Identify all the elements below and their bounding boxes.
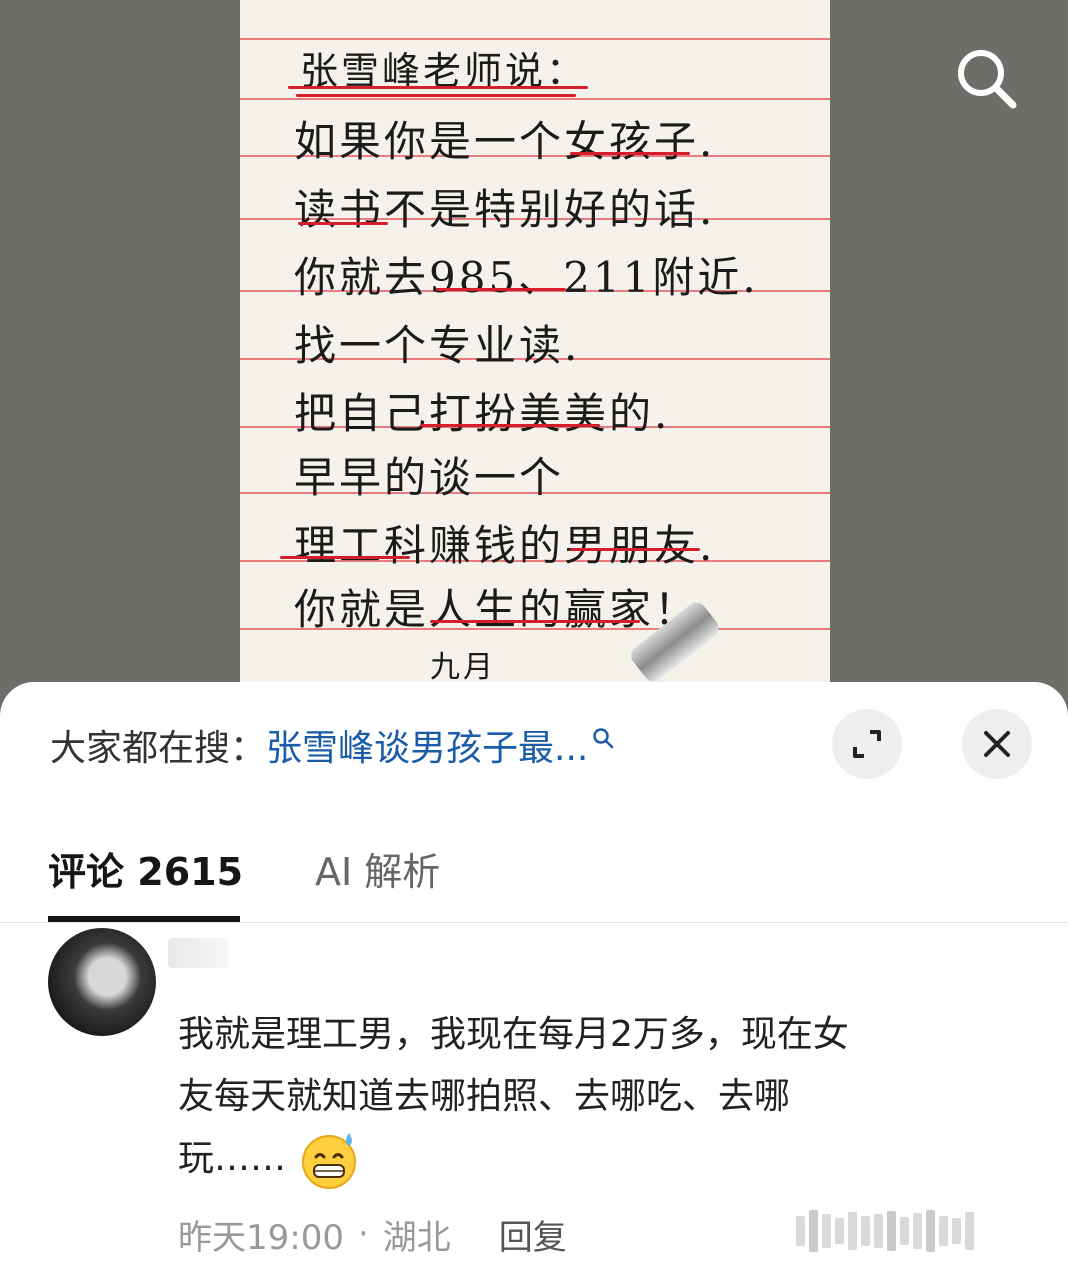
comment-text: 我就是理工男，我现在每月2万多，现在女 友每天就知道去哪拍照、去哪吃、去哪 玩…… — [178, 1004, 1018, 1191]
tab-ai-analysis[interactable]: AI 解析 — [315, 841, 440, 896]
hot-search-link[interactable]: 张雪峰谈男孩子最... — [266, 719, 588, 771]
comment-meta: 昨天19:00 · 湖北 回复 — [178, 1210, 567, 1258]
comment-line-1: 我就是理工男，我现在每月2万多，现在女 — [178, 1014, 849, 1055]
note-line-8: 理工科赚钱的男朋友. — [294, 521, 716, 570]
small-search-icon — [593, 728, 614, 749]
handwritten-note-photo[interactable]: 张雪峰老师说： 如果你是一个女孩子. 读书不是特别好的话. 你就去985、211… — [240, 0, 830, 700]
close-button[interactable] — [962, 709, 1032, 779]
note-line-5: 找一个专业读. — [294, 321, 581, 370]
note-line-9: 你就是人生的赢家！ — [294, 585, 700, 634]
comment-tabs: 评论 2615 AI 解析 — [48, 838, 440, 898]
comment-line-2: 友每天就知道去哪拍照、去哪吃、去哪 — [178, 1076, 791, 1117]
blurred-username[interactable] — [168, 938, 228, 968]
comment-line-3-text: 玩…… — [178, 1138, 287, 1179]
comment-line-3: 玩…… — [178, 1128, 1018, 1191]
avatar[interactable] — [48, 928, 156, 1036]
media-background: 张雪峰老师说： 如果你是一个女孩子. 读书不是特别好的话. 你就去985、211… — [0, 0, 1068, 700]
note-line-2: 如果你是一个女孩子. — [294, 117, 716, 166]
meta-separator: · — [357, 1214, 369, 1254]
expand-button[interactable] — [832, 709, 902, 779]
note-line-6: 把自己打扮美美的. — [294, 389, 671, 438]
note-line-10: 九月 — [430, 650, 496, 685]
reply-button[interactable]: 回复 — [499, 1210, 567, 1259]
tab-comments[interactable]: 评论 2615 — [48, 841, 243, 896]
note-line-7: 早早的谈一个 — [294, 453, 565, 502]
note-line-3: 读书不是特别好的话. — [294, 185, 716, 234]
close-icon — [984, 731, 1010, 757]
hot-search-label: 大家都在搜： — [50, 728, 267, 769]
hot-search-row: 大家都在搜： 张雪峰谈男孩子最... — [50, 720, 614, 770]
search-button[interactable] — [948, 40, 1024, 116]
comment-time: 昨天19:00 — [178, 1217, 344, 1258]
tabs-divider — [0, 922, 1068, 923]
tab-comments-label: 评论 — [48, 849, 125, 894]
watermark — [796, 1208, 974, 1254]
search-icon — [958, 50, 1017, 109]
note-line-4: 你就去985、211附近. — [294, 253, 759, 302]
grinning-sweat-emoji-icon — [302, 1133, 357, 1189]
comment-location: 湖北 — [382, 1217, 451, 1258]
tab-comments-count: 2615 — [137, 849, 244, 894]
expand-icon — [853, 730, 881, 758]
